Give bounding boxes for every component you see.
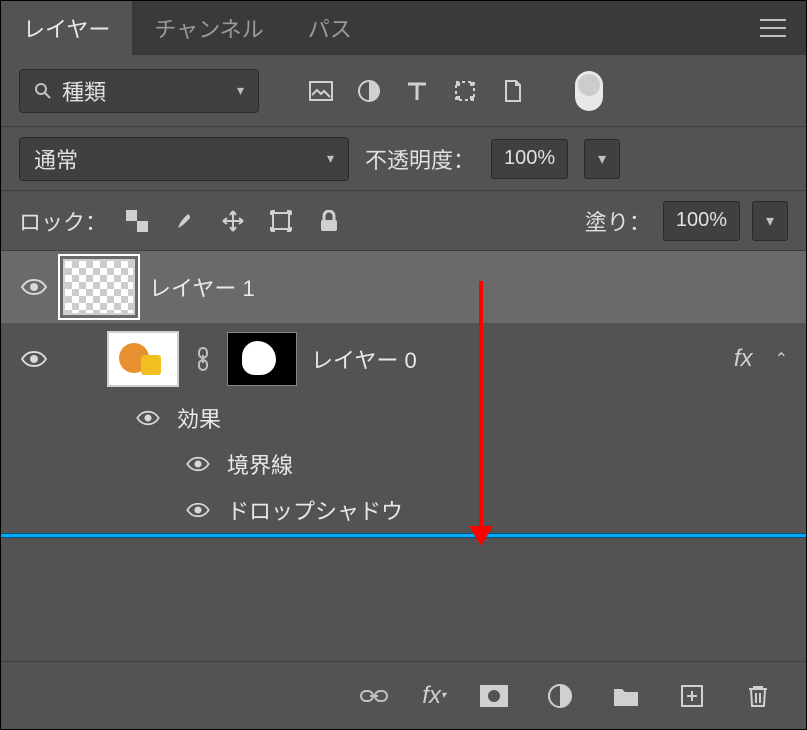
fill-input[interactable]: 100% [663,201,740,241]
bottom-toolbar: fx▾ [1,661,806,729]
fx-badge: fx [734,345,753,373]
blend-mode-select[interactable]: 通常 ▾ [19,137,349,181]
effect-dropshadow-row[interactable]: ドロップシャドウ [1,487,806,533]
lock-paint-icon[interactable] [167,203,203,239]
filter-toggle[interactable] [575,71,603,111]
visibility-toggle[interactable] [19,278,49,296]
add-mask-icon[interactable] [476,678,512,714]
effects-label: 効果 [177,402,221,434]
tab-bar: レイヤー チャンネル パス [1,1,806,55]
fill-label: 塗り： [585,205,651,237]
lock-row: ロック： 塗り： 100% ▾ [1,191,806,251]
layer-thumbnail[interactable] [63,259,135,315]
mask-thumbnail[interactable] [227,332,297,386]
fx-button[interactable]: fx▾ [422,678,446,714]
new-group-icon[interactable] [608,678,644,714]
filter-row: 種類 ▾ [1,55,806,127]
filter-shape-icon[interactable] [447,73,483,109]
lock-artboard-icon[interactable] [263,203,299,239]
effect-stroke-row[interactable]: 境界線 [1,441,806,487]
fill-chevron[interactable]: ▾ [752,201,788,241]
opacity-chevron[interactable]: ▾ [584,139,620,179]
layer-thumbnail[interactable] [107,331,179,387]
lock-position-icon[interactable] [215,203,251,239]
filter-type-text-icon[interactable] [399,73,435,109]
layers-panel: レイヤー チャンネル パス 種類 ▾ 通常 ▾ 不透明度： 100% ▾ ロック… [0,0,807,730]
layer-row[interactable]: レイヤー 0 fx ⌃ [1,323,806,395]
visibility-toggle[interactable] [19,350,49,368]
chevron-down-icon: ▾ [237,82,244,99]
effects-header-row[interactable]: 効果 [1,395,806,441]
delete-layer-icon[interactable] [740,678,776,714]
filter-type-label: 種類 [62,75,106,107]
layers-list: レイヤー 1 レイヤー 0 fx ⌃ 効果 境界線 ドロップシャドウ [1,251,806,661]
effect-stroke-label: 境界線 [227,448,293,480]
new-layer-icon[interactable] [674,678,710,714]
lock-transparency-icon[interactable] [119,203,155,239]
layer-row[interactable]: レイヤー 1 [1,251,806,323]
opacity-input[interactable]: 100% [491,139,568,179]
visibility-toggle[interactable] [183,502,213,518]
adjustment-layer-icon[interactable] [542,678,578,714]
visibility-toggle[interactable] [183,456,213,472]
filter-smart-icon[interactable] [495,73,531,109]
filter-adjustment-icon[interactable] [351,73,387,109]
blend-mode-value: 通常 [34,143,78,175]
link-mask-icon[interactable] [193,347,213,371]
lock-label: ロック： [19,205,107,237]
drop-indicator [1,533,806,538]
chevron-down-icon: ▾ [327,150,334,167]
visibility-toggle[interactable] [133,410,163,426]
opacity-label: 不透明度： [365,143,475,175]
blend-row: 通常 ▾ 不透明度： 100% ▾ [1,127,806,191]
filter-pixel-icon[interactable] [303,73,339,109]
effects-collapse-icon[interactable]: ⌃ [775,349,788,369]
tab-channels[interactable]: チャンネル [132,1,285,55]
layer-name[interactable]: レイヤー 1 [149,271,255,303]
layer-name[interactable]: レイヤー 0 [311,343,417,375]
link-layers-icon[interactable] [356,678,392,714]
filter-type-select[interactable]: 種類 ▾ [19,69,259,113]
effect-dropshadow-label: ドロップシャドウ [227,494,403,526]
lock-all-icon[interactable] [311,203,347,239]
search-icon [34,82,52,100]
panel-menu-icon[interactable] [740,19,806,37]
tab-layers[interactable]: レイヤー [1,1,132,55]
tab-paths[interactable]: パス [286,1,374,55]
